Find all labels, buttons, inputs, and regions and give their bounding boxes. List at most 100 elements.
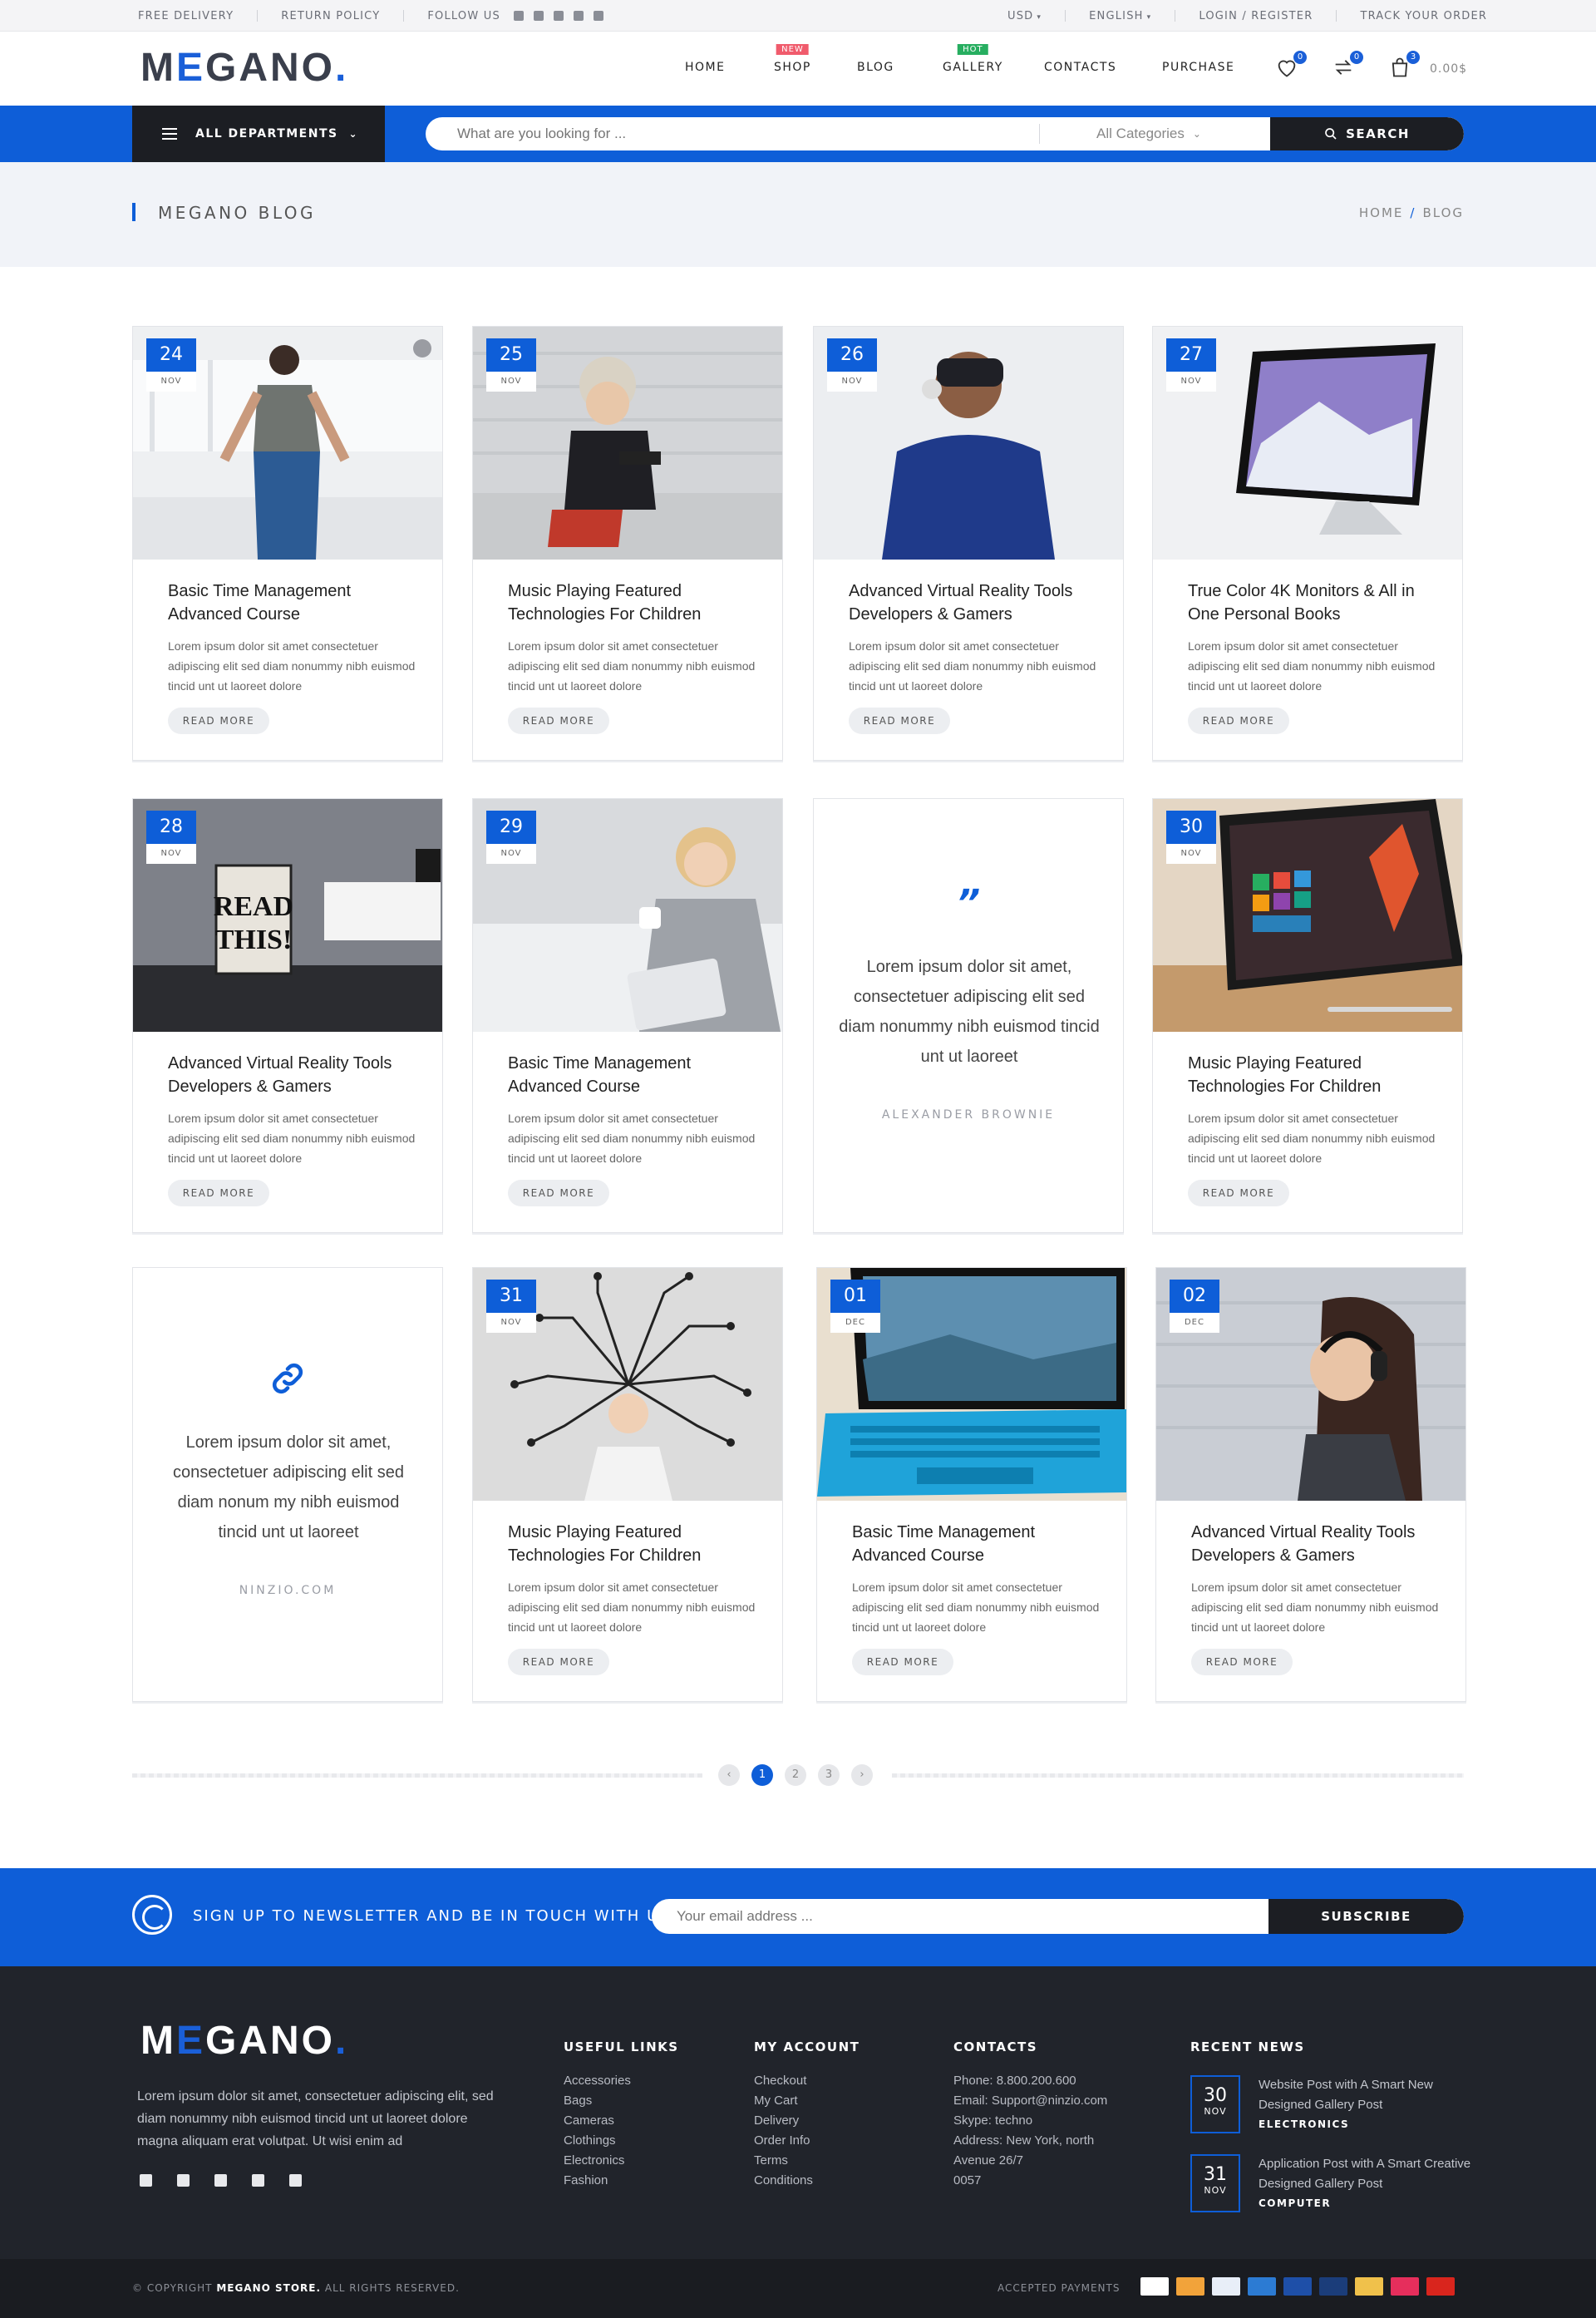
footer-link[interactable]: Accessories: [564, 2071, 679, 2091]
news-title[interactable]: Application Post with A Smart Creative D…: [1259, 2154, 1475, 2194]
nav-gallery-label: GALLERY: [943, 61, 1003, 74]
compare-button[interactable]: 0: [1332, 51, 1363, 81]
footer-link[interactable]: Fashion: [564, 2171, 679, 2191]
post-title[interactable]: Basic Time Management Advanced Course: [508, 1052, 757, 1098]
post-title[interactable]: Advanced Virtual Reality Tools Developer…: [168, 1052, 417, 1098]
twitter-icon[interactable]: [533, 11, 544, 21]
svg-text:THIS!: THIS!: [215, 925, 293, 955]
date-day: 31: [486, 1280, 536, 1313]
nav-gallery[interactable]: HOT GALLERY: [943, 44, 1003, 74]
social-links: [513, 11, 603, 21]
footer-link[interactable]: Checkout: [754, 2071, 860, 2091]
newsletter-bar: SIGN UP TO NEWSLETTER AND BE IN TOUCH WI…: [0, 1868, 1596, 1966]
news-title[interactable]: Website Post with A Smart New Designed G…: [1259, 2075, 1475, 2115]
quote-author: ALEXANDER BROWNIE: [881, 1108, 1056, 1122]
page-1-button[interactable]: 1: [751, 1764, 773, 1786]
my-account-heading: MY ACCOUNT: [754, 2039, 860, 2054]
nav-contacts[interactable]: CONTACTS: [1044, 61, 1116, 74]
chevron-down-icon: ▾: [1146, 12, 1152, 22]
read-more-button[interactable]: READ MORE: [168, 708, 269, 734]
recent-news-item[interactable]: 31 NOV Application Post with A Smart Crea…: [1190, 2154, 1473, 2214]
footer-link[interactable]: Conditions: [754, 2171, 860, 2191]
date-badge: 28 NOV: [146, 811, 196, 864]
pinterest-icon[interactable]: [573, 11, 584, 21]
post-title[interactable]: Basic Time Management Advanced Course: [168, 580, 417, 626]
footer-link[interactable]: Terms: [754, 2151, 860, 2171]
footer-link[interactable]: My Cart: [754, 2091, 860, 2111]
read-more-button[interactable]: READ MORE: [852, 1649, 953, 1675]
read-more-button[interactable]: READ MORE: [1191, 1649, 1293, 1675]
mail-icon[interactable]: [289, 2174, 302, 2187]
breadcrumb-home[interactable]: HOME: [1359, 205, 1404, 220]
free-delivery-link[interactable]: FREE DELIVERY: [138, 10, 234, 22]
nav-purchase[interactable]: PURCHASE: [1162, 61, 1234, 74]
twitter-icon[interactable]: [177, 2174, 190, 2187]
blog-card: 31 NOV Music Playing Featured Technologie…: [472, 1267, 783, 1702]
category-select[interactable]: All Categories ⌄: [1040, 117, 1258, 150]
date-day: 01: [830, 1280, 880, 1313]
logo[interactable]: MEGANO.: [140, 45, 348, 91]
read-more-button[interactable]: READ MORE: [508, 1180, 609, 1206]
email-input[interactable]: [652, 1899, 1268, 1934]
wishlist-button[interactable]: 0: [1275, 51, 1307, 81]
post-title[interactable]: True Color 4K Monitors & All in One Pers…: [1188, 580, 1437, 626]
cart-count: 3: [1406, 51, 1420, 64]
search-button[interactable]: SEARCH: [1270, 117, 1464, 150]
post-excerpt: Lorem ipsum dolor sit amet consectetuer …: [168, 1112, 416, 1165]
post-title[interactable]: Advanced Virtual Reality Tools Developer…: [1191, 1521, 1441, 1567]
track-order-link[interactable]: TRACK YOUR ORDER: [1360, 10, 1487, 22]
link-url[interactable]: NINZIO.COM: [133, 1584, 442, 1597]
page-2-button[interactable]: 2: [785, 1764, 806, 1786]
language-select[interactable]: ENGLISH ▾: [1089, 10, 1151, 22]
footer-link[interactable]: Bags: [564, 2091, 679, 2111]
post-title[interactable]: Music Playing Featured Technologies For …: [508, 580, 757, 626]
recent-news-item[interactable]: 30 NOV Website Post with A Smart New Desi…: [1190, 2075, 1473, 2135]
date-badge: 27 NOV: [1166, 338, 1216, 392]
read-more-button[interactable]: READ MORE: [508, 708, 609, 734]
footer-link[interactable]: Clothings: [564, 2131, 679, 2151]
payment-icons: [1140, 2277, 1455, 2296]
footer-link[interactable]: Cameras: [564, 2111, 679, 2131]
read-more-button[interactable]: READ MORE: [1188, 708, 1289, 734]
date-month: NOV: [500, 377, 522, 386]
read-more-button[interactable]: READ MORE: [849, 708, 950, 734]
copyright-brand[interactable]: MEGANO STORE.: [216, 2282, 321, 2294]
return-policy-link[interactable]: RETURN POLICY: [281, 10, 380, 22]
nav-home[interactable]: HOME: [685, 61, 725, 74]
footer-link[interactable]: Order Info: [754, 2131, 860, 2151]
pinterest-icon[interactable]: [252, 2174, 264, 2187]
facebook-icon[interactable]: [140, 2174, 152, 2187]
all-departments-button[interactable]: ALL DEPARTMENTS ⌄: [132, 106, 385, 162]
linkedin-icon[interactable]: [214, 2174, 227, 2187]
footer-link[interactable]: Delivery: [754, 2111, 860, 2131]
read-more-button[interactable]: READ MORE: [168, 1180, 269, 1206]
nav-shop[interactable]: NEW SHOP: [774, 44, 811, 74]
date-month: NOV: [1180, 377, 1202, 386]
post-title[interactable]: Music Playing Featured Technologies For …: [508, 1521, 757, 1567]
search-icon: [1325, 128, 1337, 140]
news-category[interactable]: ELECTRONICS: [1259, 2118, 1349, 2130]
mail-icon[interactable]: [593, 11, 603, 21]
page-3-button[interactable]: 3: [818, 1764, 840, 1786]
news-category[interactable]: COMPUTER: [1259, 2197, 1331, 2209]
login-register-link[interactable]: LOGIN / REGISTER: [1199, 10, 1313, 22]
footer-logo[interactable]: MEGANO.: [140, 2018, 348, 2064]
read-more-button[interactable]: READ MORE: [1188, 1180, 1289, 1206]
nav-blog[interactable]: BLOG: [857, 61, 894, 74]
facebook-icon[interactable]: [513, 11, 524, 21]
currency-select[interactable]: USD ▾: [1007, 10, 1042, 22]
contact-email[interactable]: Email: Support@ninzio.com: [953, 2091, 1153, 2111]
subscribe-button[interactable]: SUBSCRIBE: [1268, 1899, 1464, 1934]
search-input[interactable]: [426, 117, 1039, 150]
footer-link[interactable]: Electronics: [564, 2151, 679, 2171]
next-page-button[interactable]: ›: [851, 1764, 873, 1786]
ideal-icon: [1391, 2277, 1419, 2296]
read-more-button[interactable]: READ MORE: [508, 1649, 609, 1675]
prev-page-button[interactable]: ‹: [718, 1764, 740, 1786]
linkedin-icon[interactable]: [553, 11, 564, 21]
nav-shop-label: SHOP: [774, 61, 811, 74]
post-title[interactable]: Advanced Virtual Reality Tools Developer…: [849, 580, 1098, 626]
post-title[interactable]: Music Playing Featured Technologies For …: [1188, 1052, 1437, 1098]
post-title[interactable]: Basic Time Management Advanced Course: [852, 1521, 1101, 1567]
cart-button[interactable]: 3: [1388, 51, 1420, 81]
